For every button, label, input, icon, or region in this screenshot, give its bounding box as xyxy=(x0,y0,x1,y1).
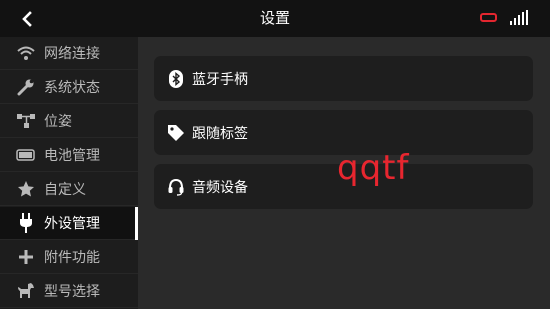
card-label: 蓝牙手柄 xyxy=(192,71,248,88)
sidebar-item-label: 电池管理 xyxy=(44,148,100,164)
sidebar-item-label: 外设管理 xyxy=(44,216,100,232)
battery-icon xyxy=(16,145,36,165)
sidebar-item-label: 位姿 xyxy=(44,114,72,130)
sidebar-item-label: 系统状态 xyxy=(44,80,100,96)
sidebar: 网络连接 系统状态 位姿 电池管理 自定义 外设管理 附件功能 型号选择 xyxy=(0,37,138,309)
sidebar-item-battery[interactable]: 电池管理 xyxy=(0,139,138,172)
card-label: 跟随标签 xyxy=(192,125,248,142)
sidebar-item-model-select[interactable]: 型号选择 xyxy=(0,275,138,308)
sidebar-item-custom[interactable]: 自定义 xyxy=(0,173,138,206)
sidebar-item-system-status[interactable]: 系统状态 xyxy=(0,71,138,104)
headset-icon xyxy=(167,178,185,196)
tag-icon xyxy=(167,124,185,142)
sidebar-item-label: 自定义 xyxy=(44,182,86,198)
plug-icon xyxy=(16,213,36,233)
sidebar-item-network[interactable]: 网络连接 xyxy=(0,37,138,70)
pose-icon xyxy=(16,111,36,131)
bluetooth-controller-card[interactable]: 蓝牙手柄 xyxy=(154,56,533,101)
sidebar-item-accessories[interactable]: 附件功能 xyxy=(0,241,138,274)
sidebar-item-label: 网络连接 xyxy=(44,46,100,62)
sidebar-item-label: 型号选择 xyxy=(44,284,100,300)
dog-icon xyxy=(16,281,36,301)
wifi-icon xyxy=(16,43,36,63)
top-bar: 设置 xyxy=(0,0,550,37)
battery-indicator-icon xyxy=(480,13,497,22)
sidebar-item-label: 附件功能 xyxy=(44,250,100,266)
page-title: 设置 xyxy=(259,9,290,27)
star-icon xyxy=(16,179,36,199)
plus-icon xyxy=(16,247,36,267)
signal-bars-icon xyxy=(510,10,528,25)
sidebar-item-peripherals[interactable]: 外设管理 xyxy=(0,207,138,240)
card-label: 音频设备 xyxy=(192,179,248,196)
bluetooth-icon xyxy=(167,69,185,88)
sidebar-item-pose[interactable]: 位姿 xyxy=(0,105,138,138)
wrench-icon xyxy=(16,77,36,97)
overlay-text: qqtf xyxy=(337,148,410,188)
